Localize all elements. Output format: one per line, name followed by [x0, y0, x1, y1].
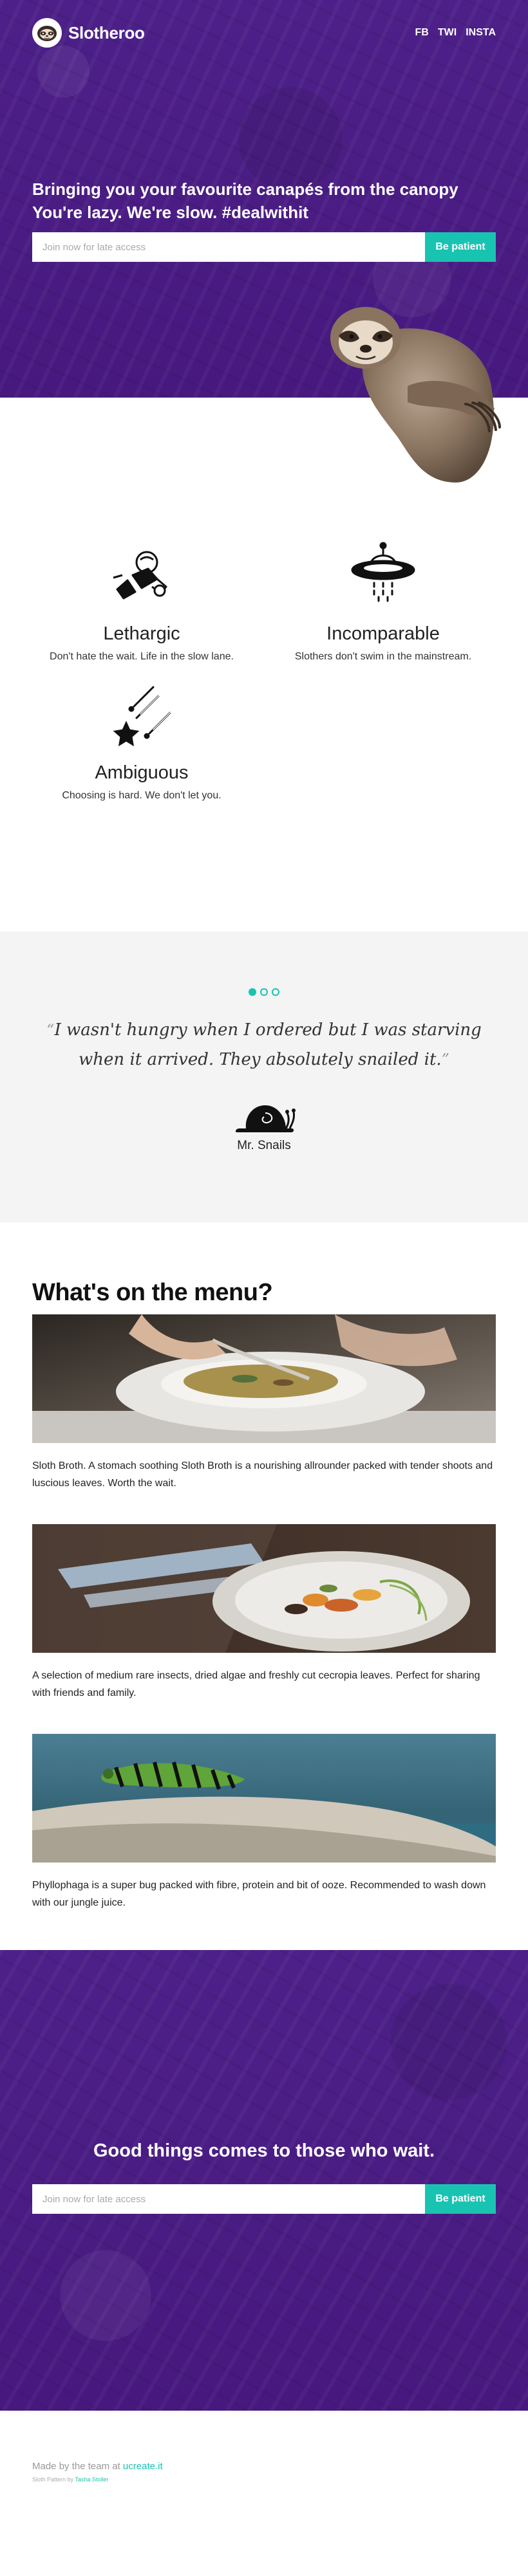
menu-item-sloth-broth: Sloth Broth. A stomach soothing Sloth Br… — [32, 1314, 496, 1492]
feature-lethargic: Lethargic Don't hate the wait. Life in t… — [26, 538, 258, 663]
menu-item-insects: A selection of medium rare insects, drie… — [32, 1524, 496, 1702]
menu-item-description: Sloth Broth. A stomach soothing Sloth Br… — [32, 1460, 493, 1489]
nav-instagram-link[interactable]: INSTA — [466, 27, 496, 39]
pattern-credit-label: Sloth Pattern by — [32, 2476, 74, 2483]
pattern-author-link[interactable]: Tasha Stoller — [75, 2476, 108, 2483]
testimonial-author: Mr. Snails — [237, 1139, 291, 1152]
menu-section: What's on the menu? Sloth Broth. A stoma… — [0, 1222, 528, 1950]
cta-be-patient-button[interactable]: Be patient — [425, 2184, 496, 2214]
menu-item-description: A selection of medium rare insects, drie… — [32, 1670, 480, 1698]
ufo-icon — [351, 542, 415, 602]
made-by-label: Made by the team at — [32, 2461, 120, 2472]
snail-icon — [235, 1105, 296, 1132]
carousel-dot-1[interactable] — [249, 988, 256, 996]
features-section: Lethargic Don't hate the wait. Life in t… — [0, 398, 528, 932]
menu-item-phyllophaga: Phyllophaga is a super bug packed with f… — [32, 1734, 496, 1911]
feature-title: Lethargic — [103, 623, 180, 644]
nav-facebook-link[interactable]: FB — [415, 27, 429, 39]
open-quote-mark: “ — [46, 1021, 55, 1039]
carousel-dot-2[interactable] — [260, 988, 268, 996]
hero-email-input[interactable] — [32, 232, 425, 262]
close-quote-mark: ” — [441, 1051, 449, 1069]
footer: Made by the team at ucreate.it Sloth Pat… — [0, 2411, 528, 2512]
feature-description: Choosing is hard. We don't let you. — [62, 790, 222, 801]
feature-title: Incomparable — [326, 623, 440, 644]
feature-title: Ambiguous — [95, 762, 189, 783]
hero-be-patient-button[interactable]: Be patient — [425, 232, 496, 262]
astronaut-icon — [113, 551, 167, 600]
testimonial-quote: “I wasn't hungry when I ordered but I wa… — [39, 1015, 489, 1074]
soup-bowl-photo — [32, 1314, 496, 1443]
pattern-credit: Sloth Pattern by Tasha Stoller — [32, 2476, 108, 2483]
roasted-vegetables-plate-photo — [32, 1524, 496, 1653]
top-bar: Slotheroo FB TWI INSTA — [32, 18, 496, 48]
testimonial-section: “I wasn't hungry when I ordered but I wa… — [0, 932, 528, 1222]
testimonial-quote-text: I wasn't hungry when I ordered but I was… — [54, 1020, 482, 1069]
feature-incomparable: Incomparable Slothers don't swim in the … — [267, 538, 499, 663]
hero-title: Bringing you your favourite canapés from… — [32, 179, 458, 222]
brand-name: Slotheroo — [68, 23, 145, 42]
carousel-dots — [0, 988, 528, 996]
social-nav: FB TWI INSTA — [415, 27, 496, 39]
menu-title: What's on the menu? — [32, 1279, 273, 1306]
menu-item-description: Phyllophaga is a super bug packed with f… — [32, 1880, 486, 1908]
feature-description: Don't hate the wait. Life in the slow la… — [50, 651, 234, 662]
shooting-stars-icon — [113, 686, 173, 746]
feature-ambiguous: Ambiguous Choosing is hard. We don't let… — [26, 677, 258, 802]
cta-section: Good things comes to those who wait. Be … — [0, 1950, 528, 2411]
cta-email-input[interactable] — [32, 2184, 425, 2214]
hero-section: Slotheroo FB TWI INSTA Bringing you your… — [0, 0, 528, 483]
brand-link[interactable]: Slotheroo — [32, 18, 145, 48]
cta-signup-form: Be patient — [32, 2184, 496, 2214]
made-by-text: Made by the team at ucreate.it — [32, 2461, 163, 2472]
feature-description: Slothers don't swim in the mainstream. — [294, 651, 472, 662]
ucreate-link[interactable]: ucreate.it — [123, 2461, 163, 2472]
sloth-face-icon — [32, 18, 62, 48]
nav-twitter-link[interactable]: TWI — [438, 27, 457, 39]
caterpillar-on-branch-photo — [32, 1734, 496, 1863]
carousel-dot-3[interactable] — [272, 988, 279, 996]
hero-signup-form: Be patient — [32, 232, 496, 262]
cta-title: Good things comes to those who wait. — [93, 2140, 435, 2161]
